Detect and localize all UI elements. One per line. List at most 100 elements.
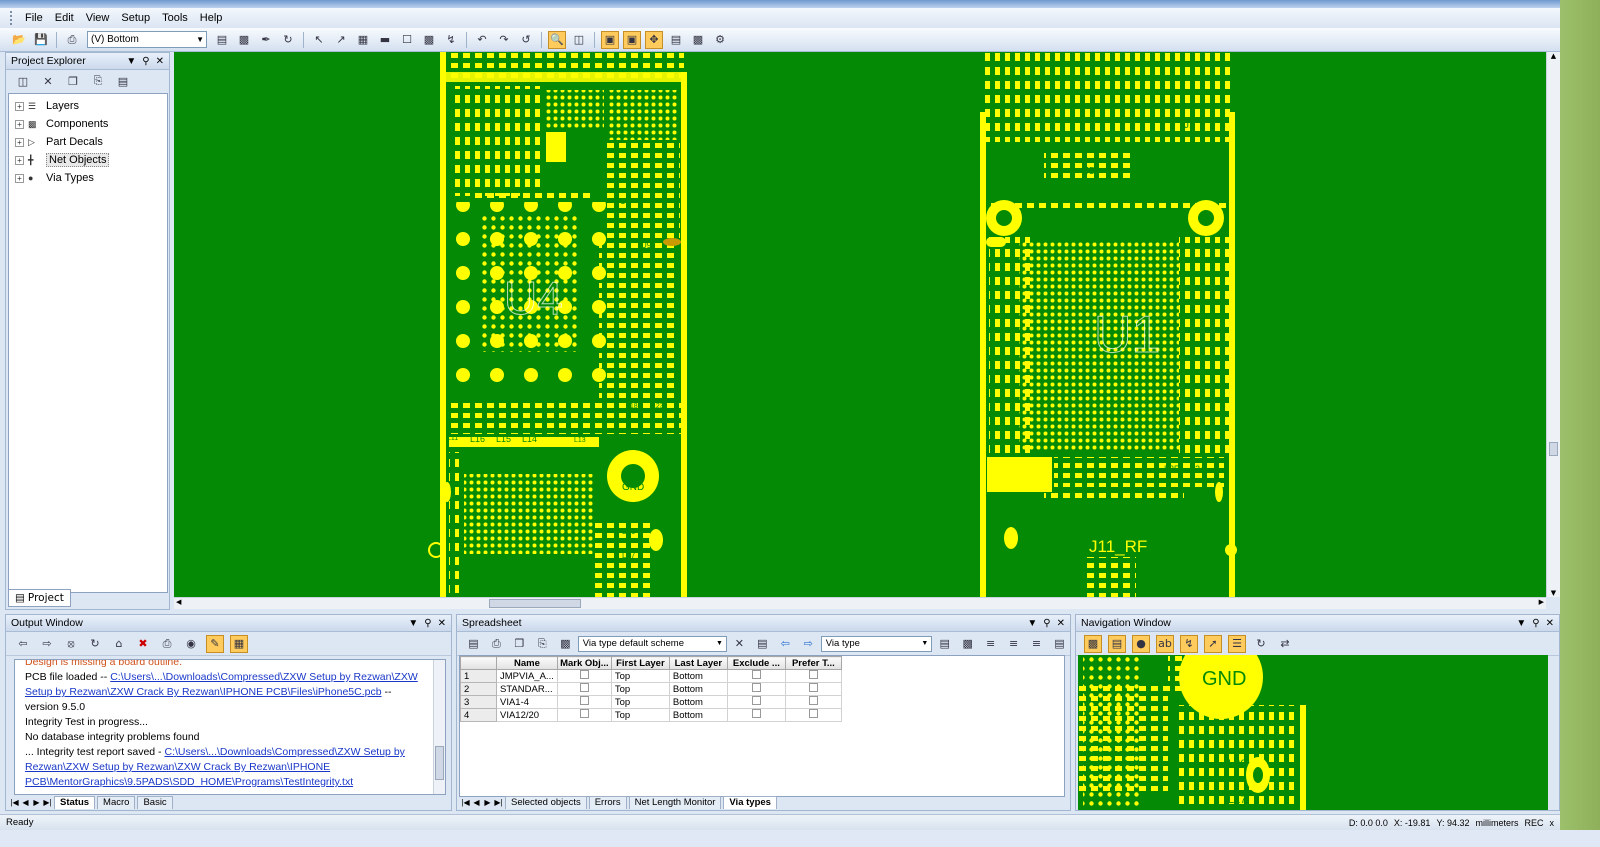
zoom-icon[interactable]: 🔍 xyxy=(548,30,566,49)
last-tab-icon[interactable]: ▶| xyxy=(43,798,52,807)
nav-layers-icon[interactable]: ☰ xyxy=(1228,634,1246,653)
expand-icon[interactable]: + xyxy=(15,137,24,147)
scroll-up-icon[interactable]: ▲ xyxy=(1547,52,1560,60)
scroll-thumb[interactable] xyxy=(1549,442,1558,456)
scheme-select[interactable]: Via type default scheme ▼ xyxy=(577,635,727,652)
first-tab-icon[interactable]: |◀ xyxy=(461,798,470,807)
expand-icon[interactable]: + xyxy=(15,155,24,165)
via-name-cell[interactable]: JMPVIA_A... xyxy=(496,669,558,683)
checkbox[interactable] xyxy=(808,709,818,718)
tree-item-net-objects[interactable]: + ╋ Net Objects xyxy=(9,151,167,169)
properties-icon[interactable]: ▤ xyxy=(465,635,482,653)
menu-setup[interactable]: Setup xyxy=(115,12,156,24)
last-tab-icon[interactable]: ▶| xyxy=(494,798,503,807)
via-name-cell[interactable]: STANDAR... xyxy=(496,682,558,696)
open-folder-icon[interactable]: 📂 xyxy=(10,31,28,49)
exclude-cell[interactable] xyxy=(726,682,786,696)
new-icon[interactable]: ◫ xyxy=(14,72,32,90)
navigation-toggle-icon[interactable]: ▩ xyxy=(689,31,707,49)
close-icon[interactable]: ✕ xyxy=(438,618,446,629)
tree-item-layers[interactable]: + ☰ Layers xyxy=(9,97,167,115)
column-header[interactable]: First Layer xyxy=(610,656,670,670)
scroll-left-icon[interactable]: ◀ xyxy=(176,598,181,606)
scheme-icon[interactable]: ▩ xyxy=(557,635,574,653)
close-icon[interactable]: ✕ xyxy=(1057,618,1065,629)
table-row[interactable]: 1 JMPVIA_A... Top Bottom xyxy=(460,669,842,683)
redo-icon[interactable]: ↷ xyxy=(495,31,513,49)
scroll-down-icon[interactable]: ▼ xyxy=(1547,589,1560,597)
checkbox[interactable] xyxy=(808,670,818,679)
panel-menu-icon[interactable]: ▼ xyxy=(1516,618,1526,629)
layers-icon[interactable]: ▬ xyxy=(376,31,394,49)
properties-icon[interactable]: ▤ xyxy=(114,72,132,90)
checkbox[interactable] xyxy=(579,670,589,679)
stop-icon[interactable]: ⦻ xyxy=(62,635,80,653)
mark-cell[interactable] xyxy=(556,708,612,722)
exclude-cell[interactable] xyxy=(726,695,786,709)
next-tab-icon[interactable]: ▶ xyxy=(32,798,41,807)
first-layer-cell[interactable]: Top xyxy=(610,669,670,683)
report-icon[interactable]: ☐ xyxy=(398,31,416,49)
remove-column-icon[interactable]: ▩ xyxy=(959,635,976,653)
pcb-horizontal-scrollbar[interactable]: ◀ ▶ xyxy=(174,597,1546,609)
mark-cell[interactable] xyxy=(556,669,612,683)
refresh-icon[interactable]: ↻ xyxy=(86,635,104,653)
menu-edit[interactable]: Edit xyxy=(49,12,80,24)
output-window-toggle-icon[interactable]: ▣ xyxy=(623,30,641,49)
checkbox[interactable] xyxy=(808,683,818,692)
align-left-icon[interactable]: ≡ xyxy=(982,635,999,653)
tab-basic[interactable]: Basic xyxy=(137,796,173,809)
checkbox[interactable] xyxy=(808,696,818,705)
refresh-icon[interactable]: ↻ xyxy=(279,31,297,49)
table-icon[interactable]: ▦ xyxy=(230,634,248,653)
exclude-cell[interactable] xyxy=(726,708,786,722)
scroll-thumb[interactable] xyxy=(489,599,581,608)
forward-arrow-icon[interactable]: ⇨ xyxy=(38,635,56,653)
mark-cell[interactable] xyxy=(556,682,612,696)
tab-errors[interactable]: Errors xyxy=(588,796,627,809)
nav-diagonal-icon[interactable]: ➚ xyxy=(1204,634,1222,653)
via-name-cell[interactable]: VIA1-4 xyxy=(496,695,558,709)
table-row[interactable]: 4 VIA12/20 Top Bottom xyxy=(460,708,842,722)
design-tool-icon[interactable]: ✒ xyxy=(257,31,275,49)
exclude-cell[interactable] xyxy=(726,669,786,683)
undo-icon[interactable]: ↶ xyxy=(473,31,491,49)
pin-icon[interactable]: ⚲ xyxy=(1532,618,1539,629)
pcb-canvas[interactable]: U4 L16 L15 L14 L11 L13 L18 L23 U8 U9 L26… xyxy=(174,52,1546,597)
redraw-icon[interactable]: ↺ xyxy=(517,31,535,49)
menu-tools[interactable]: Tools xyxy=(156,12,194,24)
via-name-cell[interactable]: VIA12/20 xyxy=(496,708,558,722)
expand-icon[interactable]: + xyxy=(15,173,24,183)
refresh-icon[interactable]: ↻ xyxy=(1252,635,1270,653)
last-layer-cell[interactable]: Bottom xyxy=(668,682,728,696)
menu-view[interactable]: View xyxy=(80,12,116,24)
status-close[interactable]: x xyxy=(1550,818,1555,828)
checkbox[interactable] xyxy=(751,696,761,705)
print-icon[interactable]: ⎙ xyxy=(63,31,81,49)
column-header[interactable]: Prefer T... xyxy=(784,656,842,670)
output-log[interactable]: Design is missing a board outline. PCB f… xyxy=(14,659,446,795)
nav-traces-icon[interactable]: ▤ xyxy=(1108,634,1126,653)
last-layer-cell[interactable]: Bottom xyxy=(668,708,728,722)
layer-select[interactable]: (V) Bottom ▼ xyxy=(87,31,207,48)
first-tab-icon[interactable]: |◀ xyxy=(10,798,19,807)
edit-icon[interactable]: ✎ xyxy=(206,634,224,653)
menu-help[interactable]: Help xyxy=(194,12,229,24)
next-tab-icon[interactable]: ▶ xyxy=(483,798,492,807)
panel-menu-icon[interactable]: ▼ xyxy=(1027,618,1037,629)
panel-menu-icon[interactable]: ▼ xyxy=(126,56,136,67)
copy-icon[interactable]: ❐ xyxy=(64,72,82,90)
print-icon[interactable]: ⎙ xyxy=(158,635,176,653)
column-header[interactable]: Last Layer xyxy=(668,656,728,670)
tab-status[interactable]: Status xyxy=(54,796,96,809)
tab-selected-objects[interactable]: Selected objects xyxy=(505,796,587,809)
checkbox[interactable] xyxy=(751,683,761,692)
prefer-cell[interactable] xyxy=(784,682,842,696)
find-icon[interactable]: ◉ xyxy=(182,635,200,653)
pin-icon[interactable]: ⚲ xyxy=(1043,618,1050,629)
close-icon[interactable]: ✕ xyxy=(1546,618,1554,629)
expand-icon[interactable]: + xyxy=(15,119,24,129)
align-center-icon[interactable]: ≡ xyxy=(1005,635,1022,653)
column-header[interactable]: Exclude ... xyxy=(726,656,786,670)
prefer-cell[interactable] xyxy=(784,669,842,683)
